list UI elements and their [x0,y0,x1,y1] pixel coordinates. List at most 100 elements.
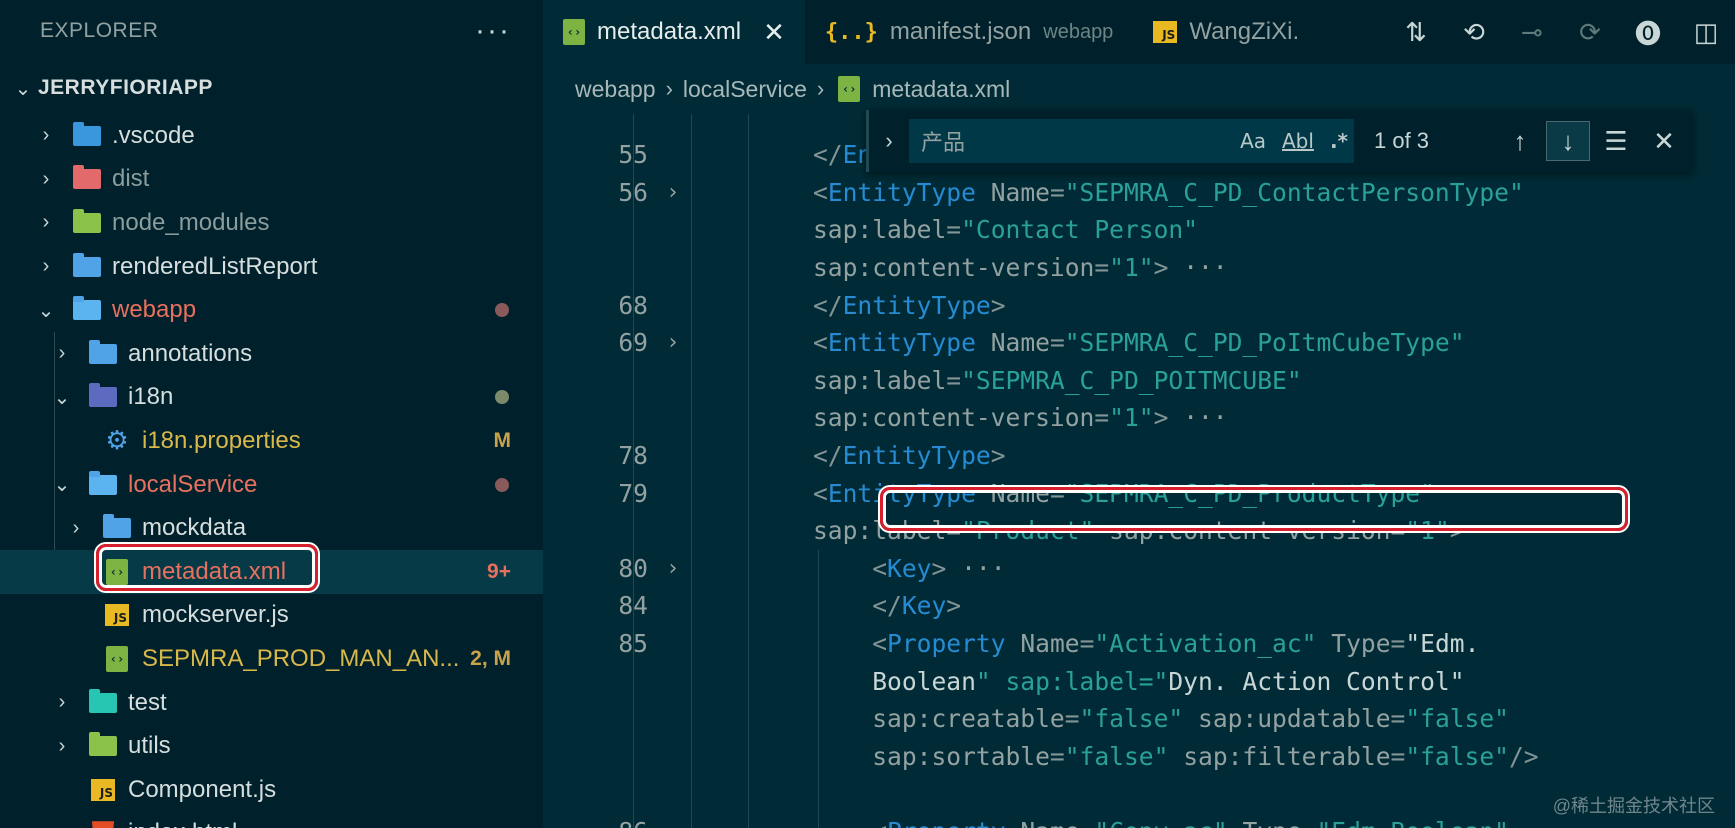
breadcrumb-item[interactable]: localService [683,76,807,103]
fold-chevron-icon[interactable]: › [661,180,685,205]
chevron-down-icon: ⌄ [37,299,55,322]
tree-item-renderedlistreport[interactable]: › renderedListReport [0,245,543,289]
tree-item-component-js[interactable]: › JS Component.js [0,768,543,812]
tree-item-label: i18n.properties [142,426,301,454]
code-line-wrap[interactable]: sap:label="Product" sap:content-version=… [543,512,1735,550]
code-line-wrap[interactable]: Boolean" sap:label="Dyn. Action Control" [543,662,1735,700]
code-text: <EntityType Name="SEPMRA_C_PD_PoItmCubeT… [813,328,1465,358]
whole-word-icon[interactable]: Abl [1282,129,1314,153]
tree-item-metadata-xml[interactable]: › ‹› metadata.xml 9+ [0,549,543,594]
code-line-wrap[interactable]: sap:sortable="false" sap:filterable="fal… [543,738,1735,776]
code-line-84[interactable]: 84 </Key> [543,587,1735,625]
fold-chevron-icon[interactable]: › [661,556,685,581]
tree-item-label: .vscode [112,121,195,149]
code-line-wrap[interactable]: sap:content-version="1"> ··· [543,399,1735,437]
tree-item-webapp[interactable]: ⌄ webapp [0,288,543,332]
tree-item-test[interactable]: › test [0,681,543,725]
tree-item-i18n[interactable]: ⌄ i18n [0,376,543,420]
split-editor-icon[interactable]: ◫ [1677,17,1735,48]
go-back-icon[interactable]: ⟲ [1445,17,1503,48]
tree-item-label: SEPMRA_PROD_MAN_AN... [142,644,460,672]
tree-item-node-modules[interactable]: › node_modules [0,201,543,245]
breadcrumb-item[interactable]: webapp [575,76,656,103]
tree-item-label: metadata.xml [142,557,287,585]
close-icon[interactable]: ✕ [1642,121,1686,161]
tree-item-label: localService [128,470,258,498]
chevron-right-icon: › [58,342,66,365]
fold-chevron-icon[interactable]: › [661,330,685,355]
tab-wangzixi[interactable]: JS WangZiXi. [1133,0,1319,64]
js-file-icon: JS [102,602,132,628]
watermark: @稀土掘金技术社区 [1552,796,1715,816]
code-editor[interactable]: 55 </EntityType> 56 › <EntityType Name="SEPM… [543,114,1735,828]
code-text: sap:sortable="false" sap:filterable="fal… [872,741,1539,771]
tree-item-utils[interactable]: › utils [0,724,543,768]
match-case-icon[interactable]: Aa [1240,129,1266,153]
tree-item-label: dist [112,165,150,193]
tree-item-vscode[interactable]: › .vscode [0,114,543,158]
code-text: </EntityType> [813,441,1006,471]
breadcrumb-item[interactable]: metadata.xml [872,76,1010,103]
find-input-text: 产品 [921,131,966,156]
git-status-badge: M [493,428,512,452]
git-status-badge: 2, M [470,646,511,670]
modified-dot [495,303,509,318]
chevron-down-icon: ⌄ [53,386,71,409]
xml-file-icon: ‹› [102,645,132,672]
tree-item-i18n-properties[interactable]: › ⚙ i18n.properties M [0,419,543,463]
code-line-85[interactable]: 85 <Property Name="Activation_ac" Type="… [543,625,1735,663]
tree-item-localservice[interactable]: ⌄ localService [0,463,543,507]
i18n-folder-icon [88,383,118,410]
code-text: <Property Name="Copy_ac" Type="Edm.Boole… [813,817,1509,828]
code-line-78[interactable]: 78 </EntityType> [543,437,1735,475]
tree-item-label: webapp [112,296,197,324]
xml-file-icon: ‹› [838,76,861,102]
find-options: Aa Abl .* [1240,119,1348,163]
tree-item-mockdata[interactable]: › mockdata [0,506,543,550]
commit-icon[interactable]: ⊸ [1503,17,1561,48]
tree-item-label: node_modules [112,208,270,236]
code-text: <EntityType Name="SEPMRA_C_PD_ContactPer… [813,177,1524,207]
find-input[interactable]: 产品 Aa Abl .* [909,119,1354,163]
js-file-icon: JS [88,777,118,803]
go-forward-icon[interactable]: ⟳ [1561,17,1619,48]
code-text: </EntityType> [813,290,1006,320]
find-in-selection-icon[interactable]: ☰ [1594,121,1638,161]
git-graph-icon[interactable]: ⓿ [1619,14,1677,51]
tree-item-sepmra-annotations[interactable]: › ‹› SEPMRA_PROD_MAN_AN... 2, M [0,637,543,681]
tree-item-dist[interactable]: › dist [0,158,543,202]
line-number: 68 [618,290,648,320]
toggle-replace-icon[interactable]: › [869,128,909,154]
tree-item-index-html[interactable]: › index.html [0,812,543,828]
code-line-79[interactable]: 79 <EntityType Name="SEPMRA_C_PD_ProductT… [543,474,1735,512]
next-match-icon[interactable]: ↓ [1546,121,1590,161]
code-line-wrap[interactable]: sap:label="SEPMRA_C_PD_POITMCUBE" [543,362,1735,400]
code-line-wrap[interactable]: sap:creatable="false" sap:updatable="fal… [543,700,1735,738]
tree-item-annotations[interactable]: › annotations [0,332,543,376]
code-line-56[interactable]: 56 › <EntityType Name="SEPMRA_C_PD_Contact… [543,174,1735,212]
close-icon[interactable]: ✕ [763,17,785,48]
tree-item-mockserver-js[interactable]: › JS mockserver.js [0,594,543,638]
code-line-wrap[interactable]: sap:label="Contact Person" [543,211,1735,249]
code-text: sap:label="SEPMRA_C_PD_POITMCUBE" [813,365,1302,395]
compare-changes-icon[interactable]: ⇅ [1387,17,1445,48]
previous-match-icon[interactable]: ↑ [1498,121,1542,161]
folder-icon [72,252,102,280]
code-line-wrap[interactable]: sap:content-version="1"> ··· [543,249,1735,287]
project-name: JERRYFIORIAPP [38,76,213,99]
regex-icon[interactable]: .* [1330,129,1348,153]
tab-metadata-xml[interactable]: ‹› metadata.xml ✕ [543,0,805,64]
tab-label: manifest.json [889,18,1032,45]
code-line-68[interactable]: 68 </EntityType> [543,286,1735,324]
line-number: 80 [618,553,648,583]
tab-manifest-json[interactable]: {..} manifest.json webapp [805,0,1133,64]
code-line-69[interactable]: 69 › <EntityType Name="SEPMRA_C_PD_PoItmCu… [543,324,1735,362]
more-actions-icon[interactable]: ··· [475,16,511,46]
chevron-right-icon: › [58,691,66,714]
project-root[interactable]: ⌄ JERRYFIORIAPP [0,62,543,114]
code-line-80[interactable]: 80 › <Key> ··· [543,550,1735,588]
tree-item-label: mockdata [142,514,247,542]
code-text: sap:label="Product" sap:content-version=… [813,516,1465,546]
tree-item-label: test [128,688,167,716]
breadcrumb: webapp › localService › ‹› metadata.xml [543,64,1735,114]
